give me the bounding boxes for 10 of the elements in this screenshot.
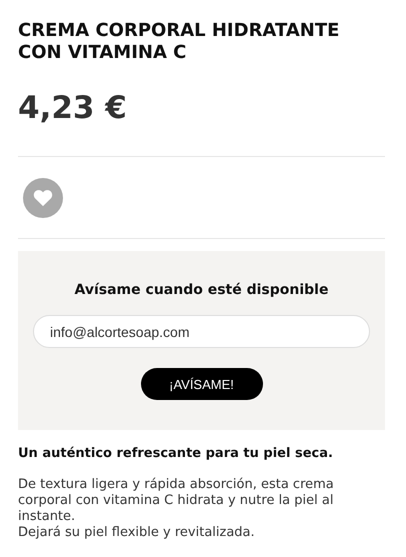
product-title: CREMA CORPORAL HIDRATANTE CON VITAMINA C: [18, 20, 340, 64]
email-field[interactable]: info@alcortesoap.com: [33, 315, 370, 348]
notify-heading: Avísame cuando esté disponible: [74, 282, 328, 298]
heart-icon: [33, 189, 53, 207]
description-text: Dejará su piel flexible y revitalizada.: [18, 525, 256, 541]
product-price: 4,23 €: [18, 90, 128, 126]
notify-button[interactable]: ¡AVÍSAME!: [140, 368, 262, 400]
product-tagline: Un auténtico refrescante para tu piel seca.: [18, 446, 334, 461]
description-text: De textura ligera y rápida absorción, esta crema corporal con vitamina C hidrata y nutre la piel al instante.: [18, 477, 335, 525]
favorite-button[interactable]: [23, 178, 63, 218]
